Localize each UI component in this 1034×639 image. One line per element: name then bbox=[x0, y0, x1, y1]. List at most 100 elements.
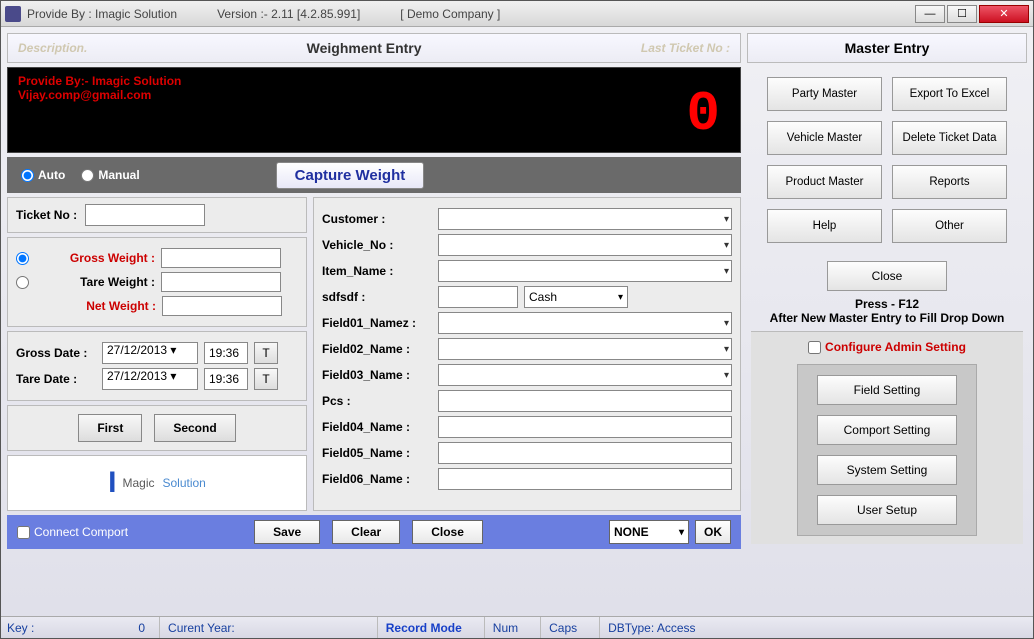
mode-bar: Auto Manual Capture Weight bbox=[7, 157, 741, 193]
connect-comport-checkbox[interactable]: Connect Comport bbox=[17, 525, 128, 539]
gross-weight-input[interactable] bbox=[161, 248, 281, 268]
save-button[interactable]: Save bbox=[254, 520, 320, 544]
net-weight-label: Net Weight : bbox=[36, 299, 156, 313]
status-record-mode: Record Mode bbox=[377, 617, 470, 638]
bottom-bar: Connect Comport Save Clear Close NONE OK bbox=[7, 515, 741, 549]
gross-date-label: Gross Date : bbox=[16, 346, 96, 360]
item-combo[interactable] bbox=[438, 260, 732, 282]
weights-panel: Gross Weight : Tare Weight : Net Weight … bbox=[7, 237, 307, 327]
second-button[interactable]: Second bbox=[154, 414, 235, 442]
status-year: Curent Year: bbox=[159, 617, 243, 638]
title-provide: Provide By : Imagic Solution bbox=[27, 7, 177, 21]
sdf-input[interactable] bbox=[438, 286, 518, 308]
system-setting-button[interactable]: System Setting bbox=[817, 455, 957, 485]
logo-magic: Magic bbox=[122, 476, 154, 490]
field03-label: Field03_Name : bbox=[322, 368, 432, 382]
field05-input[interactable] bbox=[438, 442, 732, 464]
press-f12-label: Press - F12 bbox=[747, 297, 1027, 311]
status-key-value: 0 bbox=[138, 621, 145, 635]
customer-label: Customer : bbox=[322, 212, 432, 226]
maximize-button[interactable]: ☐ bbox=[947, 5, 977, 23]
tare-time-input[interactable] bbox=[204, 368, 248, 390]
weight-display: Provide By:- Imagic Solution Vijay.comp@… bbox=[7, 67, 741, 153]
field-setting-button[interactable]: Field Setting bbox=[817, 375, 957, 405]
app-icon bbox=[5, 6, 21, 22]
tare-weight-input[interactable] bbox=[161, 272, 281, 292]
gross-weight-label: Gross Weight : bbox=[35, 251, 155, 265]
other-button[interactable]: Other bbox=[892, 209, 1007, 243]
first-second-panel: First Second bbox=[7, 405, 307, 451]
dates-panel: Gross Date : 27/12/2013 ▾ T Tare Date : … bbox=[7, 331, 307, 401]
configure-cb[interactable] bbox=[808, 341, 821, 354]
logo-solution: Solution bbox=[162, 476, 205, 490]
field06-input[interactable] bbox=[438, 468, 732, 490]
ticket-panel: Ticket No : bbox=[7, 197, 307, 233]
master-entry-panel: Master Entry Party Master Export To Exce… bbox=[747, 33, 1027, 610]
description-label: Description. bbox=[18, 41, 87, 55]
gross-date-input[interactable]: 27/12/2013 ▾ bbox=[102, 342, 198, 364]
field03-combo[interactable] bbox=[438, 364, 732, 386]
tare-t-button[interactable]: T bbox=[254, 368, 278, 390]
cash-combo[interactable]: Cash bbox=[524, 286, 628, 308]
none-combo[interactable]: NONE bbox=[609, 520, 689, 544]
vehicle-master-button[interactable]: Vehicle Master bbox=[767, 121, 882, 155]
field02-combo[interactable] bbox=[438, 338, 732, 360]
vehicle-label: Vehicle_No : bbox=[322, 238, 432, 252]
auto-radio-label[interactable]: Auto bbox=[21, 168, 65, 182]
display-value: 0 bbox=[686, 82, 720, 146]
master-entry-title: Master Entry bbox=[747, 33, 1027, 63]
page-title: Weighment Entry bbox=[87, 40, 641, 56]
comport-setting-button[interactable]: Comport Setting bbox=[817, 415, 957, 445]
field04-input[interactable] bbox=[438, 416, 732, 438]
tare-weight-radio[interactable] bbox=[16, 276, 29, 289]
net-weight-input[interactable] bbox=[162, 296, 282, 316]
status-caps: Caps bbox=[540, 617, 585, 638]
title-company: [ Demo Company ] bbox=[400, 7, 500, 21]
close-window-button[interactable]: ✕ bbox=[979, 5, 1029, 23]
status-dbtype: DBType: Access bbox=[599, 617, 703, 638]
tare-date-label: Tare Date : bbox=[16, 372, 96, 386]
ticket-no-label: Ticket No : bbox=[16, 208, 77, 222]
tare-date-input[interactable]: 27/12/2013 ▾ bbox=[102, 368, 198, 390]
gross-weight-radio[interactable] bbox=[16, 252, 29, 265]
item-label: Item_Name : bbox=[322, 264, 432, 278]
configure-admin-checkbox[interactable]: Configure Admin Setting bbox=[808, 340, 966, 354]
pcs-input[interactable] bbox=[438, 390, 732, 412]
title-version: Version :- 2.11 [4.2.85.991] bbox=[217, 7, 360, 21]
fields-panel: Customer : Vehicle_No : Item_Name : sdfs… bbox=[313, 197, 741, 511]
pcs-label: Pcs : bbox=[322, 394, 432, 408]
minimize-button[interactable]: — bbox=[915, 5, 945, 23]
close-button[interactable]: Close bbox=[412, 520, 483, 544]
field04-label: Field04_Name : bbox=[322, 420, 432, 434]
field01-combo[interactable] bbox=[438, 312, 732, 334]
customer-combo[interactable] bbox=[438, 208, 732, 230]
logo-i: I bbox=[108, 466, 116, 500]
user-setup-button[interactable]: User Setup bbox=[817, 495, 957, 525]
gross-t-button[interactable]: T bbox=[254, 342, 278, 364]
clear-button[interactable]: Clear bbox=[332, 520, 400, 544]
reports-button[interactable]: Reports bbox=[892, 165, 1007, 199]
connect-comport-cb[interactable] bbox=[17, 526, 30, 539]
manual-radio-label[interactable]: Manual bbox=[81, 168, 139, 182]
last-ticket-label: Last Ticket No : bbox=[641, 41, 730, 55]
vehicle-combo[interactable] bbox=[438, 234, 732, 256]
field06-label: Field06_Name : bbox=[322, 472, 432, 486]
ok-button[interactable]: OK bbox=[695, 520, 731, 544]
auto-radio[interactable] bbox=[21, 169, 34, 182]
ticket-no-input[interactable] bbox=[85, 204, 205, 226]
delete-ticket-button[interactable]: Delete Ticket Data bbox=[892, 121, 1007, 155]
help-button[interactable]: Help bbox=[767, 209, 882, 243]
product-master-button[interactable]: Product Master bbox=[767, 165, 882, 199]
configure-section: Configure Admin Setting Field Setting Co… bbox=[751, 331, 1023, 544]
master-close-button[interactable]: Close bbox=[827, 261, 947, 291]
capture-weight-button[interactable]: Capture Weight bbox=[276, 162, 425, 189]
export-excel-button[interactable]: Export To Excel bbox=[892, 77, 1007, 111]
status-bar: Key : 0 Curent Year: Record Mode Num Cap… bbox=[1, 616, 1033, 638]
display-line2: Vijay.comp@gmail.com bbox=[18, 88, 730, 102]
field01-label: Field01_Namez : bbox=[322, 316, 432, 330]
party-master-button[interactable]: Party Master bbox=[767, 77, 882, 111]
gross-time-input[interactable] bbox=[204, 342, 248, 364]
titlebar: Provide By : Imagic Solution Version :- … bbox=[1, 1, 1033, 27]
first-button[interactable]: First bbox=[78, 414, 142, 442]
manual-radio[interactable] bbox=[81, 169, 94, 182]
